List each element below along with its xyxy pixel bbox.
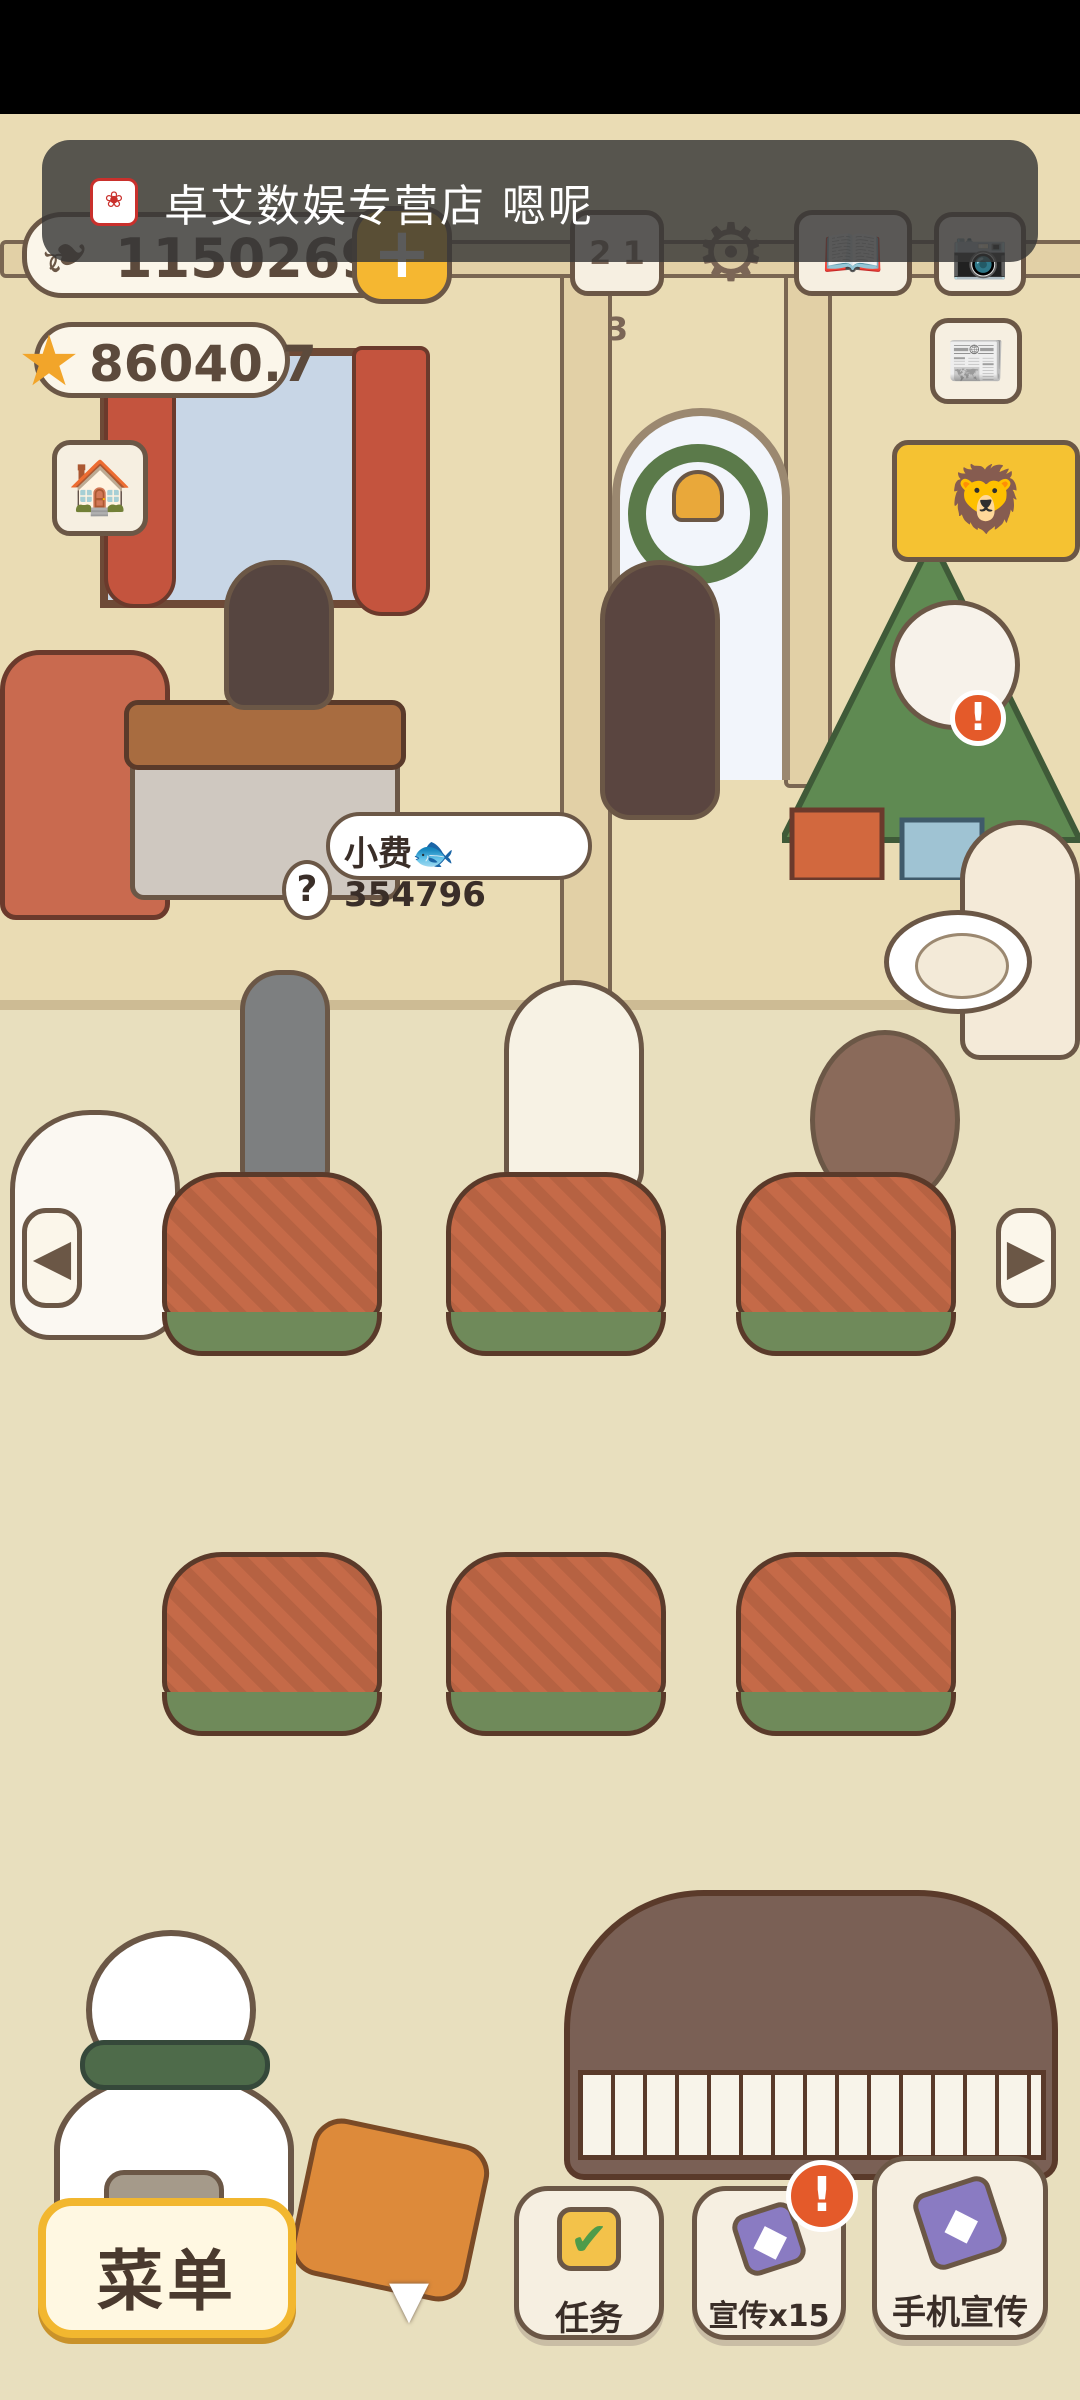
bell-icon [672,470,724,522]
status-bar [0,0,1080,114]
notification-text: 卓艾数娱专营店 嗯呢 [164,181,594,232]
lion-dance-event-button[interactable]: 🦁 [892,440,1080,562]
food-plate-icon [915,933,1009,999]
notification-toast[interactable]: ❀ 卓艾数娱专营店 嗯呢 [42,140,1038,262]
customer-jackal-character[interactable] [240,970,330,1190]
table[interactable] [736,1172,956,1322]
newspaper-button[interactable]: 📰 [930,318,1022,404]
curtain-right [352,346,430,616]
phone-promote-label: 手机宣传 [892,2293,1028,2333]
piano-keys [578,2070,1046,2160]
phone-promo-icon: ◆ [909,2172,1011,2274]
table-skirt [736,1312,956,1356]
waiter-cat-character[interactable] [224,560,334,710]
alert-icon: ! [811,2167,833,2223]
table-skirt [446,1692,666,1736]
brown-dog-character[interactable] [600,560,720,820]
shop-button[interactable]: 🏠 [52,440,148,536]
order-bubble[interactable] [884,910,1032,1014]
phone-promote-button[interactable]: ◆ 手机宣传 [872,2156,1048,2340]
checkmark-icon: ✔ [557,2207,621,2271]
chevron-left-icon: ◀ [32,1228,72,1286]
alert-text: ! [969,695,987,739]
scroll-left-button[interactable]: ◀ [22,1208,82,1308]
task-label: 任务 [555,2299,623,2339]
customer-polar-bear-character[interactable] [504,980,644,1200]
table-skirt [736,1692,956,1736]
shop-icon: 🏠 [67,458,133,518]
promote-alert-badge: ! [786,2160,858,2232]
snowman-scarf [80,2040,270,2090]
newspaper-icon: 📰 [946,333,1006,389]
star-count: 86040.7 [89,335,317,393]
chevron-down-icon: ▼ [389,2270,429,2330]
promote-label: 宣传x15 [708,2299,830,2334]
scroll-right-button[interactable]: ▶ [996,1208,1056,1308]
question-bubble-icon[interactable]: ? [282,860,332,920]
tip-bubble[interactable]: 小费🐟354796 [326,812,592,915]
table[interactable] [736,1552,956,1702]
menu-button[interactable]: 菜单 [38,2198,296,2338]
fireplace-mantel [124,700,406,770]
table[interactable] [446,1172,666,1322]
table[interactable] [446,1552,666,1702]
star-icon: ★ [17,320,81,402]
lion-dance-event-icon: 🦁 [946,463,1026,537]
task-button[interactable]: ✔ 任务 [514,2186,664,2340]
table-skirt [162,1692,382,1736]
alert-icon[interactable]: ! [950,690,1006,746]
table-skirt [162,1312,382,1356]
table[interactable] [162,1552,382,1702]
store-logo-icon: ❀ [90,178,138,226]
collapse-button[interactable]: ▼ [366,2270,452,2330]
chevron-right-icon: ▶ [1006,1228,1046,1286]
tip-amount: 小费🐟354796 [344,834,486,915]
table[interactable] [162,1172,382,1322]
menu-label: 菜单 [97,2243,237,2320]
table-skirt [446,1312,666,1356]
